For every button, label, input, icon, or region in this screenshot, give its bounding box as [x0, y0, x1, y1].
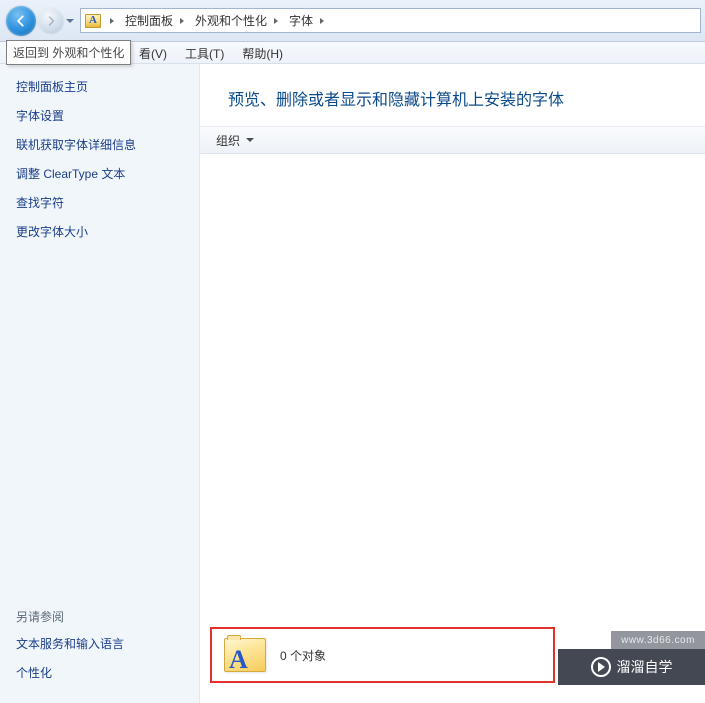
breadcrumb-label: 外观和个性化: [195, 12, 267, 29]
breadcrumb-label: 字体: [289, 12, 313, 29]
breadcrumb-item-appearance[interactable]: 外观和个性化: [189, 9, 269, 32]
chevron-down-icon: [66, 19, 74, 23]
item-count: 0 个对象: [280, 647, 326, 664]
toolbar: 组织: [200, 126, 705, 154]
arrow-left-icon: [14, 14, 28, 28]
back-button[interactable]: [6, 6, 36, 36]
watermark-url: www.3d66.com: [611, 631, 705, 649]
sidebar-link-text-services[interactable]: 文本服务和输入语言: [16, 635, 187, 652]
main-area: 控制面板主页 字体设置 联机获取字体详细信息 调整 ClearType 文本 查…: [0, 64, 705, 703]
sidebar-link-font-settings[interactable]: 字体设置: [16, 107, 187, 124]
breadcrumb-separator[interactable]: [315, 9, 329, 32]
see-also-label: 另请参阅: [16, 608, 187, 625]
forward-button: [38, 8, 64, 34]
address-bar[interactable]: A 控制面板 外观和个性化 字体: [80, 8, 701, 33]
sidebar-link-find-char[interactable]: 查找字符: [16, 194, 187, 211]
sidebar-home[interactable]: 控制面板主页: [16, 78, 187, 95]
menu-view[interactable]: 看(V): [130, 45, 176, 62]
breadcrumb-separator[interactable]: [175, 9, 189, 32]
chevron-down-icon: [246, 138, 254, 142]
breadcrumb-separator[interactable]: [269, 9, 283, 32]
sidebar: 控制面板主页 字体设置 联机获取字体详细信息 调整 ClearType 文本 查…: [0, 64, 200, 703]
breadcrumb-item-control-panel[interactable]: 控制面板: [119, 9, 175, 32]
status-bar: A 0 个对象: [210, 627, 555, 683]
arrow-right-icon: [45, 15, 57, 27]
fonts-folder-large-icon: A: [224, 638, 266, 672]
items-canvas[interactable]: [200, 154, 705, 619]
breadcrumb-label: 控制面板: [125, 12, 173, 29]
organize-label: 组织: [216, 132, 240, 149]
watermark-brand: 溜溜自学: [617, 657, 673, 677]
organize-button[interactable]: 组织: [210, 129, 260, 152]
history-dropdown[interactable]: [64, 8, 76, 34]
watermark: 溜溜自学: [558, 649, 705, 685]
navigation-bar: A 控制面板 外观和个性化 字体 返回到 外观和个性化: [0, 0, 705, 42]
play-icon: [591, 657, 611, 677]
breadcrumb-item-fonts[interactable]: 字体: [283, 9, 315, 32]
sidebar-link-font-size[interactable]: 更改字体大小: [16, 223, 187, 240]
back-tooltip: 返回到 外观和个性化: [6, 40, 131, 65]
sidebar-link-cleartype[interactable]: 调整 ClearType 文本: [16, 165, 187, 182]
breadcrumb-separator[interactable]: [105, 9, 119, 32]
content-pane: 预览、删除或者显示和隐藏计算机上安装的字体 组织 A 0 个对象 www.3d6…: [200, 64, 705, 703]
menu-help[interactable]: 帮助(H): [233, 45, 292, 62]
sidebar-link-personalization[interactable]: 个性化: [16, 664, 187, 681]
fonts-folder-icon: A: [83, 11, 103, 31]
menu-tools[interactable]: 工具(T): [176, 45, 233, 62]
page-title: 预览、删除或者显示和隐藏计算机上安装的字体: [200, 64, 705, 126]
sidebar-link-online-font-info[interactable]: 联机获取字体详细信息: [16, 136, 187, 153]
